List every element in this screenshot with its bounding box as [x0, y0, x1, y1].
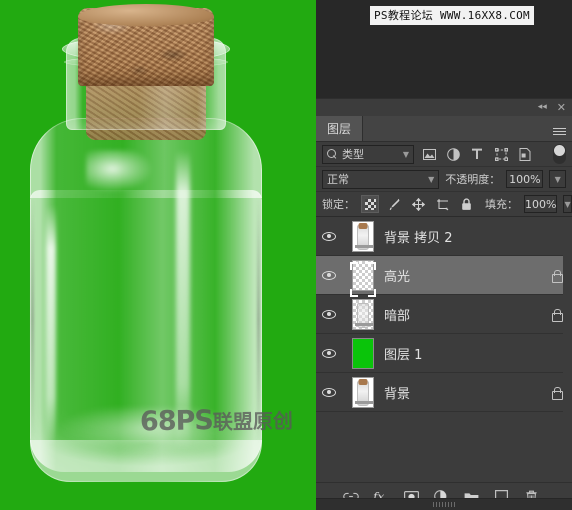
tab-layers[interactable]: 图层	[316, 116, 364, 141]
layer-lock-indicator[interactable]	[548, 386, 564, 400]
layer-visibility-toggle[interactable]	[316, 270, 342, 280]
layer-filter-row: 类型 ▼	[316, 142, 572, 167]
type-layer-filter-icon[interactable]	[468, 145, 486, 163]
layer-name[interactable]: 图层 1	[384, 344, 548, 363]
layer-thumbnail[interactable]	[342, 298, 384, 330]
layer-row-background[interactable]: 背景	[316, 373, 572, 412]
lock-row: 锁定： 填充： 100% ▼	[316, 192, 572, 217]
adjustment-layer-filter-icon[interactable]	[444, 145, 462, 163]
canvas-watermark: 68PS联盟原创	[139, 404, 294, 438]
lock-all-icon[interactable]	[457, 195, 475, 213]
opacity-chevron-down-icon[interactable]: ▼	[549, 170, 566, 188]
blend-mode-value: 正常	[327, 173, 349, 186]
panel-controls: 类型 ▼ 正常 ▼ 不透明度： 100% ▼ 锁定： 填充： 100% ▼	[316, 142, 572, 217]
shape-layer-filter-icon[interactable]	[492, 145, 510, 163]
eye-icon	[322, 348, 336, 358]
lock-position-icon[interactable]	[409, 195, 427, 213]
layer-list-scrollbar[interactable]	[563, 217, 572, 482]
layer-list[interactable]: 背景 拷贝 2 高光 暗部 图层 1 背景	[316, 217, 572, 482]
padlock-icon	[551, 269, 563, 283]
smart-object-filter-icon[interactable]	[516, 145, 534, 163]
layer-name[interactable]: 背景	[384, 383, 548, 402]
layer-row-layer-1[interactable]: 图层 1	[316, 334, 572, 373]
site-watermark: PS教程论坛 WWW.16XX8.COM	[370, 6, 534, 25]
filter-enable-toggle[interactable]	[553, 144, 566, 164]
layer-visibility-toggle[interactable]	[316, 387, 342, 397]
chevron-down-icon: ▼	[402, 149, 409, 159]
blend-mode-select[interactable]: 正常 ▼	[322, 169, 440, 189]
canvas-watermark-cn: 联盟原创	[212, 408, 294, 435]
fill-chevron-down-icon[interactable]: ▼	[563, 195, 572, 213]
layer-row-shadow[interactable]: 暗部	[316, 295, 572, 334]
eye-icon	[322, 270, 336, 280]
glass-edge-left	[31, 195, 34, 443]
eye-icon	[322, 309, 336, 319]
layer-lock-indicator[interactable]	[548, 269, 564, 283]
glass-highlight-left	[46, 205, 56, 445]
layer-thumbnail[interactable]	[342, 376, 384, 408]
opacity-value[interactable]: 100%	[506, 170, 544, 188]
glass-highlight-neck	[86, 150, 152, 192]
panel-menu-button[interactable]	[546, 116, 572, 141]
layer-thumbnail[interactable]	[342, 259, 384, 297]
layer-visibility-toggle[interactable]	[316, 309, 342, 319]
layer-thumbnail[interactable]	[342, 220, 384, 252]
lock-label: 锁定：	[322, 198, 355, 211]
layer-thumbnail[interactable]	[342, 337, 384, 369]
app-root: 68PS联盟原创 PS教程论坛 WWW.16XX8.COM ◂◂ ✕ 图层 类型	[0, 0, 572, 510]
layer-row-background-copy-2[interactable]: 背景 拷贝 2	[316, 217, 572, 256]
layer-name[interactable]: 高光	[384, 266, 548, 285]
fill-label: 填充：	[485, 198, 518, 211]
layer-lock-indicator[interactable]	[548, 308, 564, 322]
tab-layers-label: 图层	[327, 122, 352, 136]
fill-value[interactable]: 100%	[524, 195, 558, 213]
eye-icon	[322, 387, 336, 397]
opacity-label: 不透明度：	[445, 173, 501, 186]
cork-top-surface	[78, 4, 214, 26]
layer-visibility-toggle[interactable]	[316, 231, 342, 241]
lock-artboard-icon[interactable]	[433, 195, 451, 213]
panel-tab-bar: 图层	[316, 116, 572, 142]
lock-image-pixels-icon[interactable]	[385, 195, 403, 213]
layer-visibility-toggle[interactable]	[316, 348, 342, 358]
panel-status-bar	[316, 498, 572, 510]
canvas-watermark-latin: 68PS	[139, 405, 214, 438]
padlock-icon	[551, 308, 563, 322]
filter-type-label: 类型	[342, 148, 364, 161]
lock-transparent-pixels-icon[interactable]	[361, 195, 379, 213]
layer-name[interactable]: 背景 拷贝 2	[384, 227, 548, 246]
resize-grip[interactable]	[433, 502, 455, 507]
eye-icon	[322, 231, 336, 241]
magnifier-icon	[327, 148, 338, 160]
document-canvas[interactable]: 68PS联盟原创	[0, 0, 316, 510]
blend-mode-row: 正常 ▼ 不透明度： 100% ▼	[316, 167, 572, 192]
chevron-down-icon: ▼	[428, 174, 435, 184]
layer-name[interactable]: 暗部	[384, 305, 548, 324]
pixel-layer-filter-icon[interactable]	[420, 145, 438, 163]
panel-titlebar: ◂◂ ✕	[316, 99, 572, 116]
padlock-icon	[551, 386, 563, 400]
layers-panel: ◂◂ ✕ 图层 类型 ▼ 正常 ▼ 不透明度： 100% ▼ 锁定： 填充： 1…	[316, 98, 572, 510]
layer-row-highlight[interactable]: 高光	[316, 256, 572, 297]
tab-bar-spacer	[363, 116, 546, 141]
collapse-panel-icon[interactable]: ◂◂	[538, 103, 547, 112]
filter-type-select[interactable]: 类型 ▼	[322, 144, 414, 164]
close-panel-icon[interactable]: ✕	[557, 102, 566, 113]
